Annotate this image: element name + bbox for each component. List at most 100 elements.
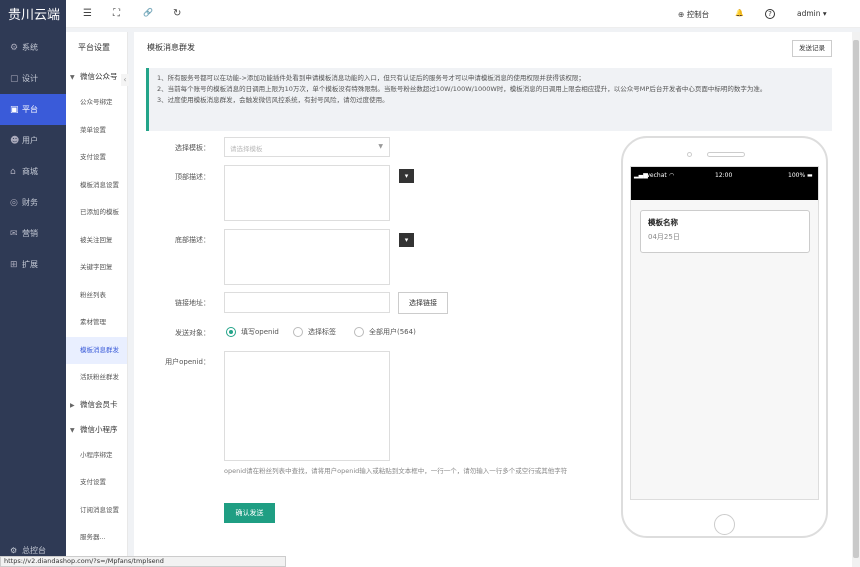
subnav-item[interactable]: 支付设置: [66, 144, 127, 172]
wifi-icon: ◠: [669, 172, 675, 179]
template-name: 模板名称: [648, 218, 678, 227]
openid-label: 用户openid：: [165, 358, 210, 366]
notice-line: 1、所有服务号都可以在功能->添加功能插件处看到申请模板消息功能的入口，但只有认…: [157, 74, 585, 82]
subnav-list: ▼ 微信公众号 公众号绑定 菜单设置 支付设置 模板消息设置 已添加的模板 被关注回复 关键字回…: [66, 64, 127, 552]
subnav-item[interactable]: 已添加的模板: [66, 199, 127, 227]
nav-item-label: 平台: [22, 105, 38, 114]
nav-item-marketing[interactable]: ✉ 营销: [0, 218, 66, 249]
phone-speaker: [707, 152, 745, 157]
subnav-item[interactable]: 菜单设置: [66, 117, 127, 145]
header-color-picker-button[interactable]: ▾: [399, 169, 414, 183]
subnav-group[interactable]: ▶ 微信会员卡: [66, 392, 127, 417]
phone-preview: ▂▄▆ wechat ◠ 12:00 100% ▬ 模板名称 04月25日: [621, 136, 828, 538]
subnav-item[interactable]: 小程序绑定: [66, 442, 127, 470]
template-placeholder: 请选择模板: [230, 145, 263, 153]
nav-item-label: 设计: [22, 74, 38, 83]
fullscreen-icon[interactable]: ⛶: [113, 8, 120, 19]
subnav-item[interactable]: 粉丝列表: [66, 282, 127, 310]
radio-openid[interactable]: 填写openid: [226, 327, 279, 337]
link-label: 链接地址：: [175, 299, 210, 307]
link-icon[interactable]: 🔗: [143, 8, 153, 17]
radio-circle: [293, 327, 303, 337]
nav-item-finance[interactable]: ◎ 财务: [0, 187, 66, 218]
radio-circle: [226, 327, 236, 337]
bell-icon[interactable]: 🔔: [735, 9, 744, 17]
nav-item-design[interactable]: ▢ 设计: [0, 63, 66, 94]
confirm-send-button[interactable]: 确认发送: [224, 503, 275, 523]
user-icon: ☻: [10, 135, 20, 146]
battery-icon: ▬: [807, 172, 813, 179]
footer-color-picker-button[interactable]: ▾: [399, 233, 414, 247]
subnav-group[interactable]: ▼ 微信小程序: [66, 417, 127, 442]
subnav-group[interactable]: ▼ 微信公众号: [66, 64, 127, 89]
notice-line: 3、过度使用模板消息群发，会触发微信风控系统，有封号风险，请勿过度使用。: [157, 96, 389, 104]
subnav-item[interactable]: 订阅消息设置: [66, 497, 127, 525]
subnav-group-label: 微信小程序: [80, 424, 118, 434]
main-sidebar: 贵川云端 ⚙ 系统 ▢ 设计 ▣ 平台 ☻ 用户 ⌂ 商城 ◎ 财务 ✉ 营销 ⊞ 扩展 ⚙ 总控台: [0, 0, 66, 567]
nav-item-platform[interactable]: ▣ 平台: [0, 94, 66, 125]
openid-textarea[interactable]: [224, 351, 390, 461]
carrier-label: wechat: [645, 172, 667, 179]
menu-toggle-icon[interactable]: ☰: [83, 8, 92, 19]
scrollbar-thumb[interactable]: [853, 40, 859, 558]
nav-item-label: 营销: [22, 229, 38, 238]
subnav-item[interactable]: 关键字回复: [66, 254, 127, 282]
collapse-subnav-button[interactable]: ‹: [121, 74, 129, 86]
subnav-item[interactable]: 活跃粉丝群发: [66, 364, 127, 392]
nav-item-user[interactable]: ☻ 用户: [0, 125, 66, 156]
caret-down-icon: ▼: [70, 426, 75, 434]
template-date: 04月25日: [648, 233, 680, 241]
phone-camera: [687, 152, 692, 157]
console-label: 控制台: [686, 10, 710, 19]
extend-icon: ⊞: [10, 259, 18, 270]
subnav-group-label: 微信会员卡: [80, 399, 118, 409]
caret-right-icon: ▶: [70, 401, 75, 409]
phone-home-button: [714, 514, 735, 535]
radio-tag[interactable]: 选择标签: [293, 327, 336, 337]
openid-hint: openid请在粉丝列表中查找，请将用户openid输入或粘贴到文本框中，一行一…: [224, 467, 568, 475]
username: admin: [797, 9, 821, 18]
subnav-group-label: 微信公众号: [80, 72, 118, 81]
phone-screen: ▂▄▆ wechat ◠ 12:00 100% ▬ 模板名称 04月25日: [630, 166, 819, 500]
subnav-item[interactable]: 服务器...: [66, 524, 127, 552]
nav-item-label: 系统: [22, 43, 38, 52]
nav-item-extend[interactable]: ⊞ 扩展: [0, 249, 66, 280]
nav-item-shop[interactable]: ⌂ 商城: [0, 156, 66, 187]
sub-sidebar: 平台设置 ‹ ▼ 微信公众号 公众号绑定 菜单设置 支付设置 模板消息设置 已添加的模板 被关…: [66, 32, 129, 567]
gear-icon: ⚙: [10, 42, 19, 53]
nav-item-label: 财务: [22, 198, 38, 207]
subnav-item[interactable]: 素材管理: [66, 309, 127, 337]
marketing-icon: ✉: [10, 228, 18, 239]
notice-line: 2、当前每个账号的模板消息的日调用上限为10万次，单个模板没有特殊限制。当账号粉…: [157, 85, 767, 93]
subnav-item[interactable]: 公众号绑定: [66, 89, 127, 117]
globe-icon: ⊕: [678, 10, 685, 19]
top-bar: ☰ ⛶ 🔗 ↻ ⊕ 控制台 🔔 ? admin ▾: [66, 0, 860, 28]
console-icon: ⚙: [10, 545, 18, 555]
user-menu[interactable]: admin ▾: [797, 9, 827, 18]
subnav-item[interactable]: 被关注回复: [66, 227, 127, 255]
footer-desc-textarea[interactable]: [224, 229, 390, 285]
subnav-item[interactable]: 支付设置: [66, 469, 127, 497]
status-url: https://v2.diandashop.com/?s=/Mpfans/tmp…: [0, 556, 286, 567]
pick-link-button[interactable]: 选择链接: [398, 292, 448, 314]
refresh-icon[interactable]: ↻: [173, 8, 181, 19]
subnav-title: 平台设置: [78, 43, 110, 52]
header-desc-textarea[interactable]: [224, 165, 390, 221]
nav-item-gear[interactable]: ⚙ 系统: [0, 32, 66, 63]
nav-item-label: 扩展: [22, 260, 38, 269]
subnav-item[interactable]: 模板消息设置: [66, 172, 127, 200]
radio-label: 全部用户(564): [369, 328, 416, 336]
template-label: 选择模板：: [175, 144, 210, 152]
console-nav-label: 总控台: [22, 545, 46, 555]
nav-item-label: 用户: [22, 136, 38, 145]
template-select[interactable]: 请选择模板 ▼: [224, 137, 390, 157]
send-records-button[interactable]: 发送记录: [792, 40, 832, 57]
radio-circle: [354, 327, 364, 337]
template-preview-card: 模板名称 04月25日: [640, 210, 810, 253]
radio-label: 选择标签: [308, 328, 336, 336]
link-input[interactable]: [224, 292, 390, 313]
radio-all-users[interactable]: 全部用户(564): [354, 327, 416, 337]
subnav-item[interactable]: 模板消息群发: [66, 336, 127, 364]
help-icon[interactable]: ?: [765, 9, 775, 19]
console-link[interactable]: ⊕ 控制台: [678, 9, 709, 20]
